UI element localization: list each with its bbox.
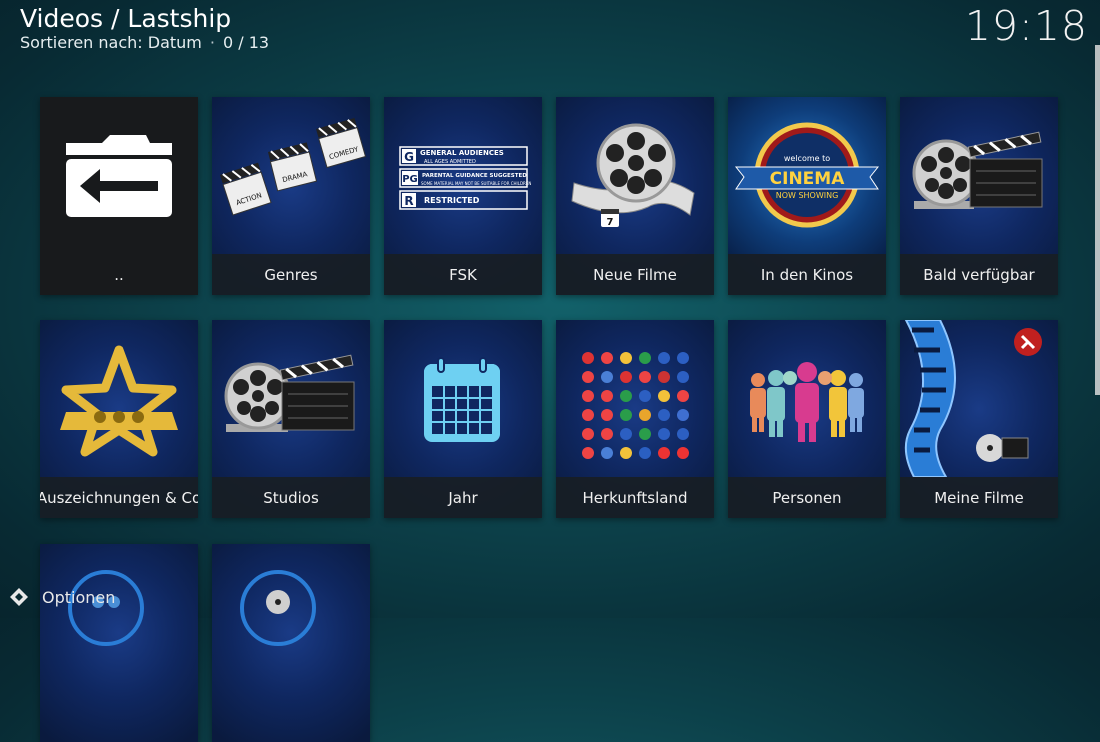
people-icon <box>750 362 864 442</box>
item-position: 0 / 13 <box>222 33 270 52</box>
svg-text:SOME MATERIAL MAY NOT BE SUITA: SOME MATERIAL MAY NOT BE SUITABLE FOR CH… <box>421 181 531 186</box>
filmstrip-icon <box>904 320 1042 477</box>
tile-label: Genres <box>212 254 370 295</box>
film-reel-icon: 7 <box>571 123 695 228</box>
tile-studios[interactable]: Studios <box>212 320 370 518</box>
tile-label: .. <box>114 265 124 284</box>
reel-circle-icon <box>240 570 316 646</box>
svg-text:RESTRICTED: RESTRICTED <box>424 196 480 205</box>
reel-clapper-icon <box>912 131 1043 209</box>
tile-label: FSK <box>384 254 542 295</box>
header: Videos / Lastship Sortieren nach: Datum … <box>20 4 269 52</box>
svg-text:GENERAL AUDIENCES: GENERAL AUDIENCES <box>420 149 504 157</box>
reel-clapper-icon <box>224 354 355 432</box>
sort-info: Sortieren nach: Datum · 0 / 13 <box>20 34 269 52</box>
options-icon <box>10 588 28 606</box>
tile-label: Jahr <box>384 477 542 518</box>
cinema-sign-icon: welcome to CINEMA NOW SHOWING <box>734 122 880 228</box>
clock: 19:18 <box>964 2 1088 50</box>
tile-label: Personen <box>728 477 886 518</box>
clapperboards-icon: ACTION DRAMA COMEDY <box>220 117 367 216</box>
tile-label: Meine Filme <box>900 477 1058 518</box>
tile-personen[interactable]: Personen <box>728 320 886 518</box>
page-title: Videos / Lastship <box>20 4 232 33</box>
tile-in-den-kinos[interactable]: welcome to CINEMA NOW SHOWING In den Kin… <box>728 97 886 295</box>
star-award-icon <box>60 345 178 457</box>
tile-meine-filme[interactable]: Meine Filme <box>900 320 1058 518</box>
svg-text:PARENTAL GUIDANCE SUGGESTED: PARENTAL GUIDANCE SUGGESTED <box>422 173 527 179</box>
flags-icon <box>582 352 689 459</box>
svg-text:CINEMA: CINEMA <box>770 169 846 189</box>
tile-label: Studios <box>212 477 370 518</box>
tile-genres[interactable]: ACTION DRAMA COMEDY Genres <box>212 97 370 295</box>
tile-row3-1[interactable] <box>40 544 198 742</box>
tile-jahr[interactable]: Jahr <box>384 320 542 518</box>
tile-row3-2[interactable] <box>212 544 370 742</box>
tile-neue-filme[interactable]: 7 Neue Filme <box>556 97 714 295</box>
tile-label: Auszeichnungen & Co <box>40 477 198 518</box>
options-button[interactable]: Optionen <box>8 586 115 608</box>
tile-label: Bald verfügbar <box>900 254 1058 295</box>
back-folder-icon <box>66 135 172 217</box>
tile-fsk[interactable]: G GENERAL AUDIENCES ALL AGES ADMITTED PG… <box>384 97 542 295</box>
scrollbar[interactable] <box>1095 45 1100 395</box>
svg-text:ALL AGES ADMITTED: ALL AGES ADMITTED <box>424 159 476 165</box>
tile-label: In den Kinos <box>728 254 886 295</box>
tile-bald-verfuegbar[interactable]: Bald verfügbar <box>900 97 1058 295</box>
tile-label: Herkunftsland <box>556 477 714 518</box>
rating-icon: G GENERAL AUDIENCES ALL AGES ADMITTED PG… <box>399 146 531 210</box>
svg-text:PG: PG <box>402 174 418 185</box>
svg-text:G: G <box>404 150 414 164</box>
sort-label: Sortieren nach: Datum <box>20 33 202 52</box>
calendar-icon <box>424 357 500 442</box>
people-circle-icon <box>68 570 144 646</box>
svg-text:NOW SHOWING: NOW SHOWING <box>776 191 839 200</box>
options-label: Optionen <box>42 587 116 607</box>
svg-text:7: 7 <box>607 217 614 228</box>
svg-text:welcome to: welcome to <box>784 154 830 163</box>
tile-parent-folder[interactable]: .. <box>40 97 198 295</box>
tile-herkunftsland[interactable]: Herkunftsland <box>556 320 714 518</box>
svg-text:R: R <box>404 194 413 208</box>
tile-auszeichnungen[interactable]: Auszeichnungen & Co <box>40 320 198 518</box>
tile-label: Neue Filme <box>556 254 714 295</box>
separator: · <box>209 33 215 52</box>
